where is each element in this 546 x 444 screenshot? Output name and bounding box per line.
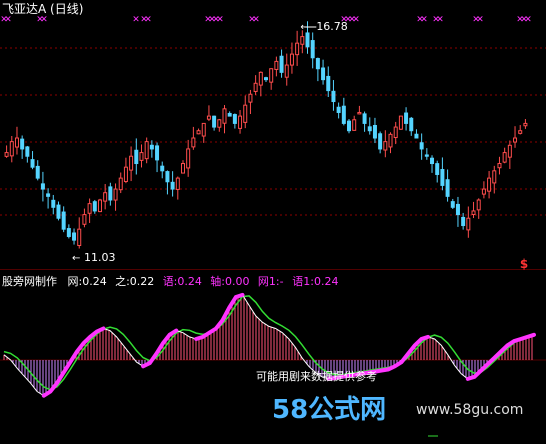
indicator-header-0: 股旁网制作 [2, 274, 57, 288]
rising-highlight [465, 332, 536, 381]
indicator-panel: 股旁网制作 网:0.24 之:0.22 语:0.24 轴:0.00 网1:- 语1:0.24… [0, 274, 546, 437]
watermark-url: www.58gu.com [416, 402, 523, 418]
indicator-header-6: 语1:0.24 [292, 275, 338, 288]
indicator-header-4: 轴:0.00 [210, 274, 249, 288]
data-disclaimer: 可能用剧来数据提供参考 [256, 369, 377, 383]
stock-chart-window: ✕ ✕ ✕ ✕ ✕ ✕ ✕ ✕ ✕ ✕ ✕ ✕ ✕ ✕ ✕ ✕ ✕ ✕ ✕ ✕ ✕ ✕ ✕ ✕ ✕ ✕ 飞亚达A (日线) ← 16.7… [0, 0, 546, 444]
indicator-header-5: 网1:- [258, 275, 284, 288]
watermark-brand: 58公式网 [272, 395, 386, 425]
indicator-header-1: 网:0.24 [68, 275, 107, 288]
indicator-header-2: 之:0.22 [115, 274, 154, 288]
indicator-header-3: 语:0.24 [163, 275, 202, 288]
rising-highlight [194, 292, 245, 341]
